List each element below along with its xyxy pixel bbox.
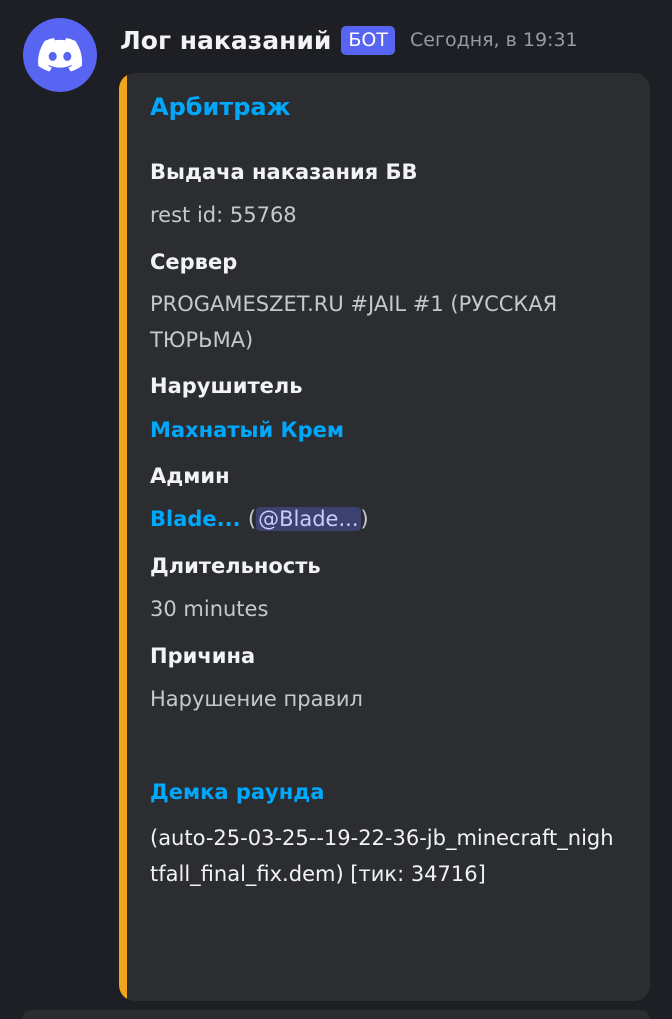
field-punishment-value: rest id: 55768 <box>150 203 297 227</box>
admin-link[interactable]: Blade... <box>150 507 241 531</box>
embed-title: Арбитраж <box>150 93 291 121</box>
field-duration-name: Длительность <box>150 554 321 578</box>
message: Лог наказаний БОТ Сегодня, в 19:31 Арбит… <box>0 0 672 1019</box>
field-server-name: Сервер <box>150 250 238 274</box>
field-admin-name: Админ <box>150 464 230 488</box>
discord-logo-icon <box>38 38 82 72</box>
offender-link[interactable]: Махнатый Крем <box>150 412 620 448</box>
field-punishment-name: Выдача наказания БВ <box>150 160 418 184</box>
message-header: Лог наказаний БОТ Сегодня, в 19:31 <box>120 22 578 58</box>
field-offender-name: Нарушитель <box>150 374 303 398</box>
field-reason-name: Причина <box>150 644 256 668</box>
field-server-value: PROGAMESZET.RU #JAIL #1 (РУССКАЯ ТЮРЬМА) <box>150 292 558 352</box>
field-reason-value: Нарушение правил <box>150 687 363 711</box>
embed-accent-bar <box>119 73 127 1001</box>
message-timestamp[interactable]: Сегодня, в 19:31 <box>410 29 578 51</box>
demo-link[interactable]: Демка раунда <box>150 774 620 810</box>
admin-mention[interactable]: @Blade... <box>256 507 361 531</box>
next-message-preview <box>22 1010 650 1019</box>
admin-close-paren: ) <box>360 507 369 531</box>
admin-open-paren: ( <box>247 507 257 531</box>
author-name[interactable]: Лог наказаний <box>120 26 331 55</box>
field-admin-value: Blade... (@Blade...) <box>150 501 620 537</box>
field-duration-value: 30 minutes <box>150 597 269 621</box>
embed: Арбитраж Выдача наказания БВ rest id: 55… <box>119 73 650 1001</box>
avatar[interactable] <box>23 18 97 92</box>
bot-badge: БОТ <box>341 25 395 55</box>
demo-value: (auto-25-03-25--19-22-36-jb_minecraft_ni… <box>150 826 614 886</box>
